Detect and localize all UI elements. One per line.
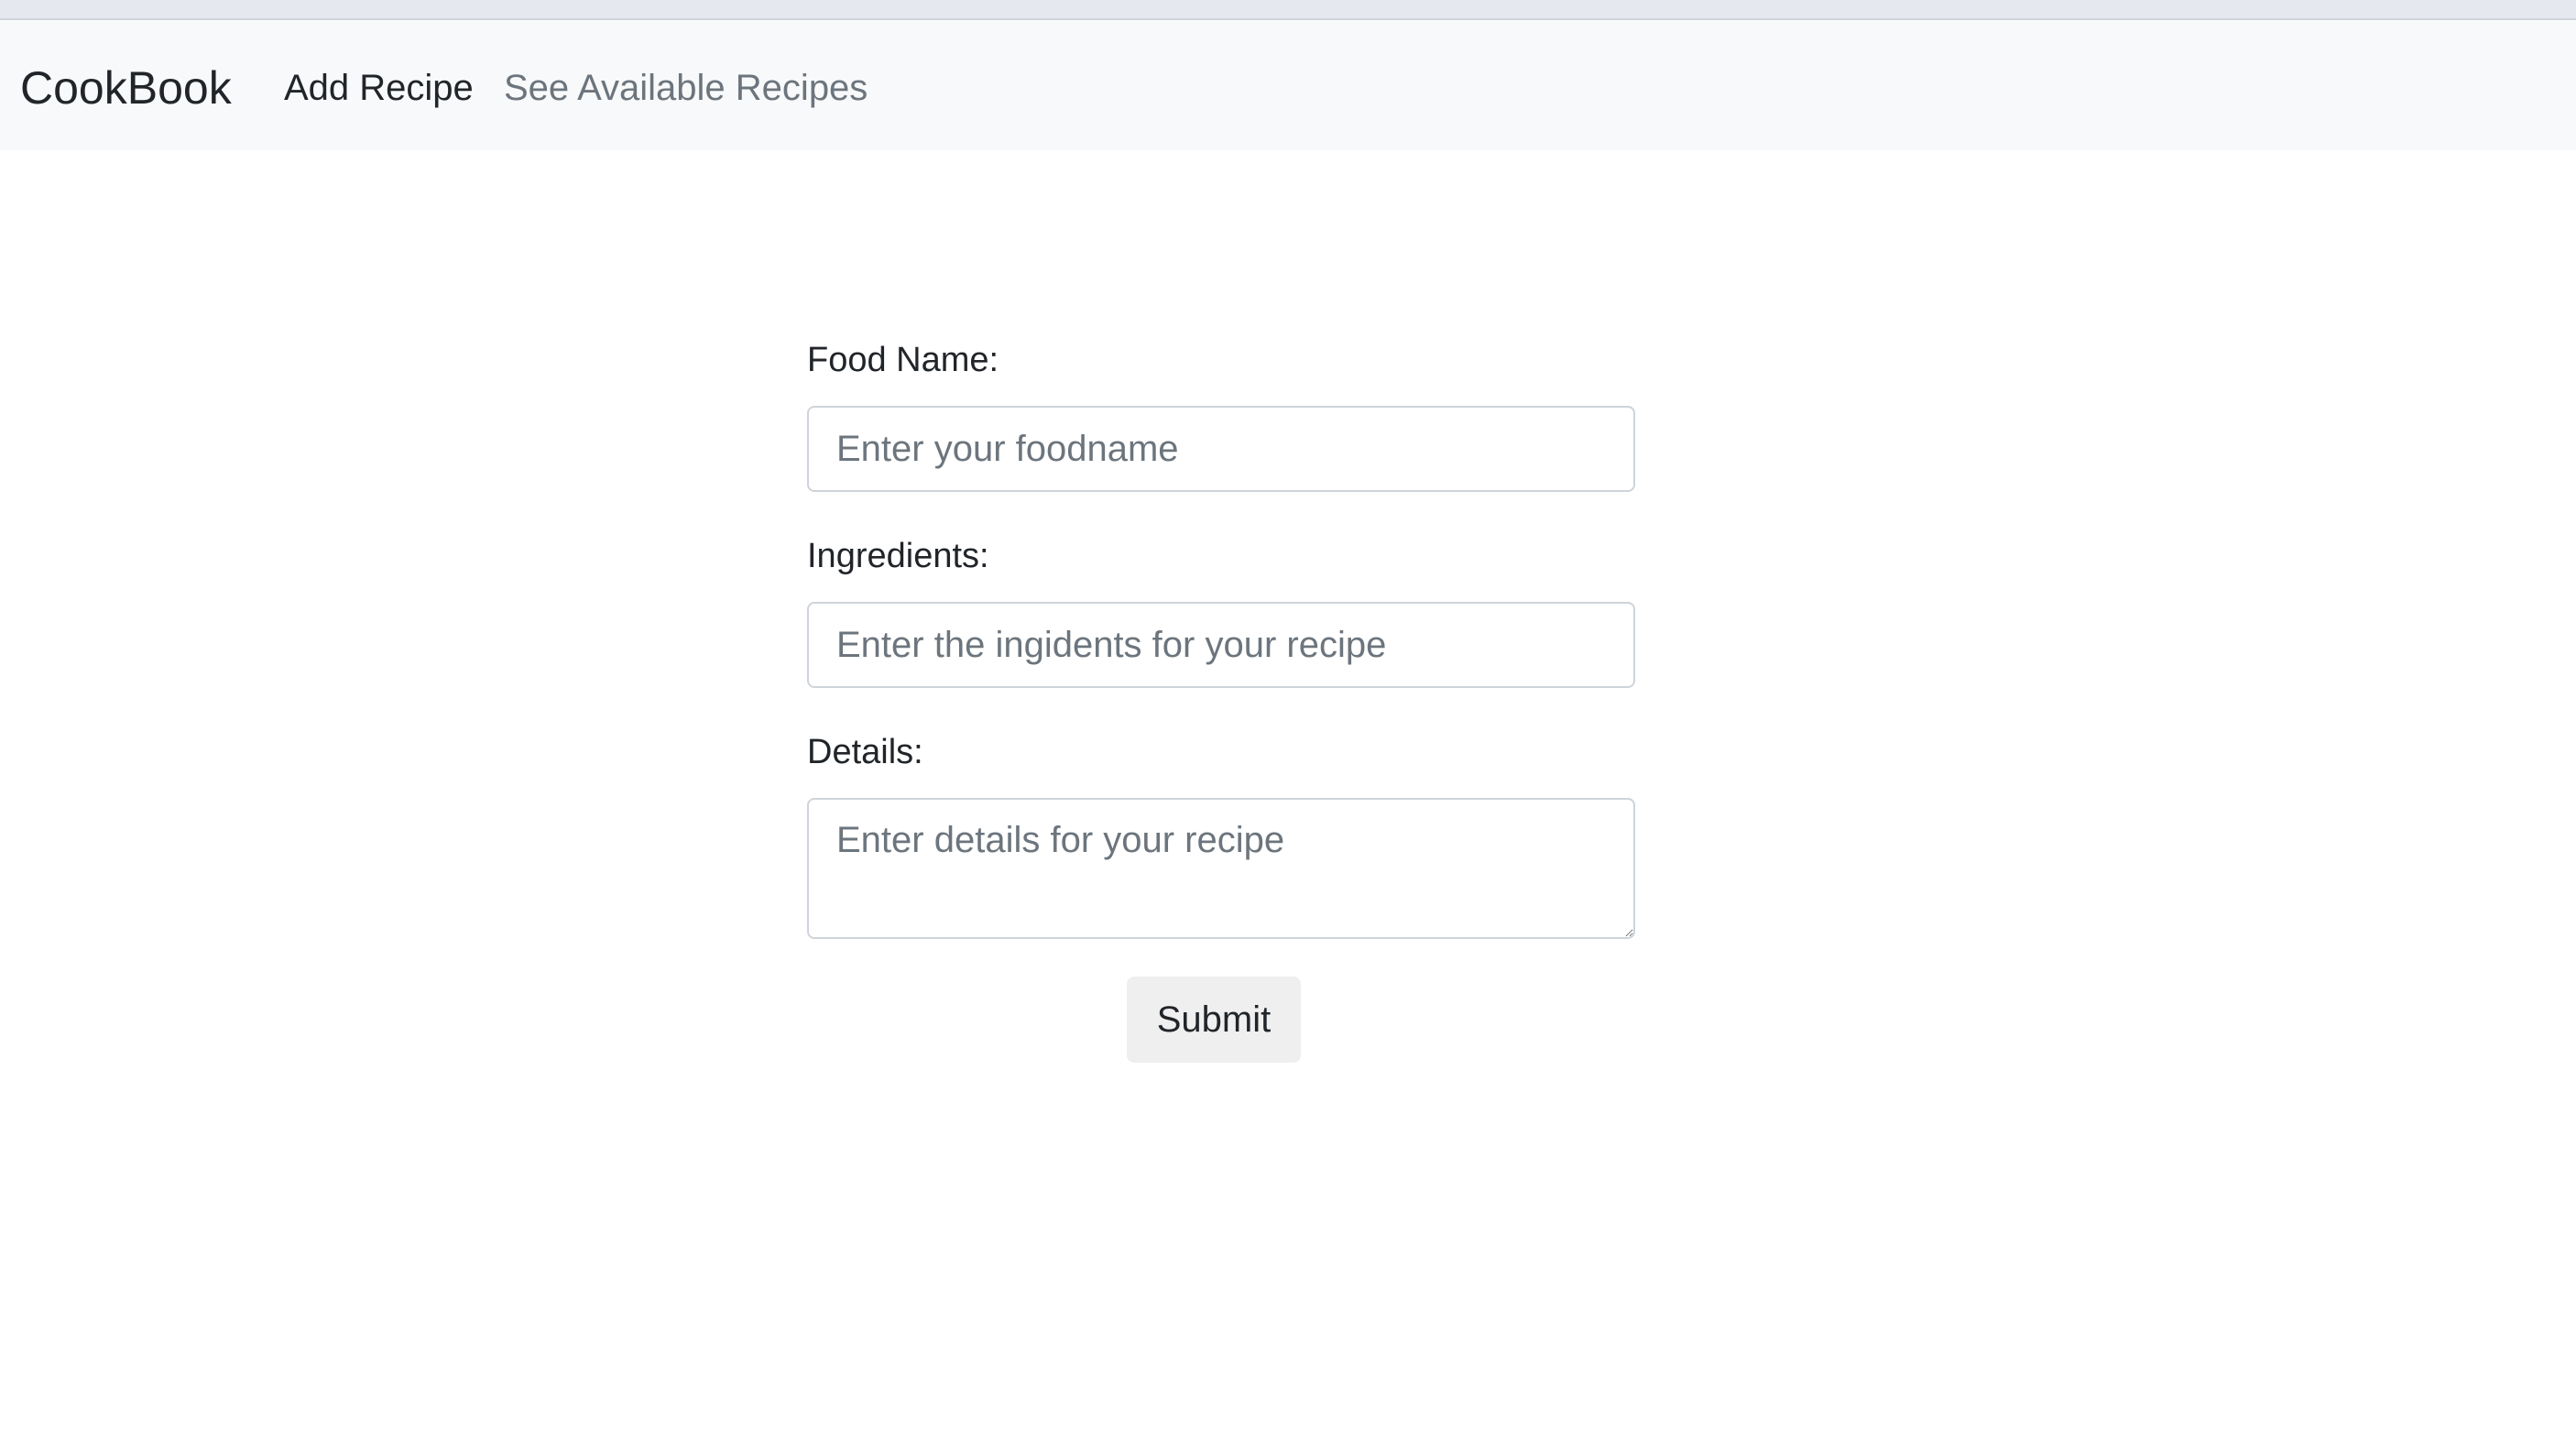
food-name-input[interactable] bbox=[807, 406, 1635, 492]
nav-link-see-available-recipes[interactable]: See Available Recipes bbox=[504, 66, 868, 110]
navbar: CookBook Add Recipe See Available Recipe… bbox=[0, 20, 2576, 150]
ingredients-label: Ingredients: bbox=[807, 537, 989, 575]
food-name-label: Food Name: bbox=[807, 341, 999, 379]
nav-link-add-recipe[interactable]: Add Recipe bbox=[284, 66, 474, 110]
ingredients-input[interactable] bbox=[807, 602, 1635, 688]
details-label: Details: bbox=[807, 733, 923, 771]
details-textarea[interactable] bbox=[807, 798, 1635, 939]
submit-button[interactable]: Submit bbox=[1127, 977, 1301, 1063]
navbar-brand[interactable]: CookBook bbox=[20, 60, 232, 115]
browser-top-strip bbox=[0, 0, 2576, 20]
